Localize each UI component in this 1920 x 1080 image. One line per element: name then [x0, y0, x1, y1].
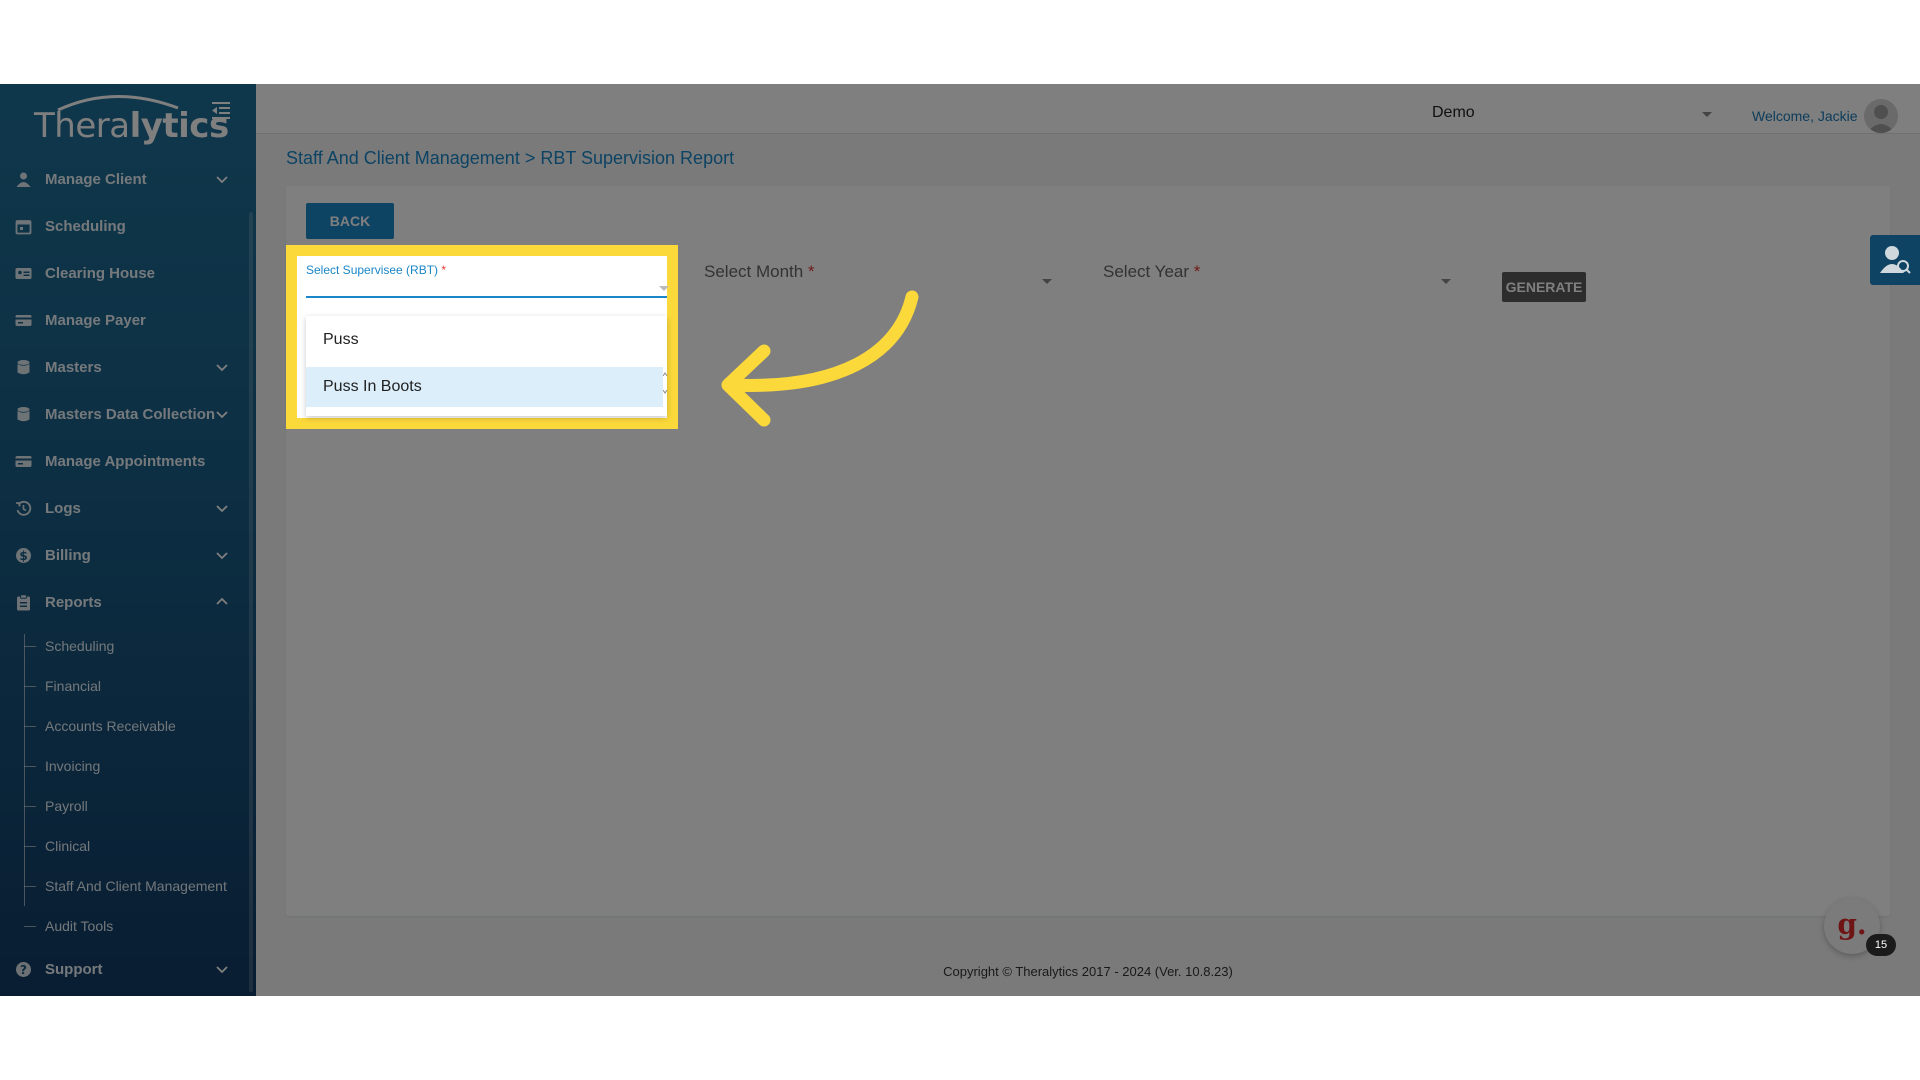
- sidebar-item-masters[interactable]: Masters: [0, 344, 248, 391]
- sidebar-item-label: Billing: [45, 547, 91, 564]
- supervisee-select-label: Select Supervisee (RBT) *: [306, 263, 447, 277]
- user-search-tab[interactable]: [1870, 235, 1920, 285]
- organization-select-value: Demo: [1432, 104, 1475, 121]
- sidebar-item-label: Support: [45, 961, 103, 978]
- user-avatar-icon: [1867, 105, 1895, 133]
- main-content: Demo Welcome, Jackie Staff And Client Ma…: [256, 84, 1920, 996]
- sidebar-item-label: Scheduling: [45, 218, 126, 235]
- breadcrumb[interactable]: Staff And Client Management > RBT Superv…: [286, 148, 734, 169]
- card-icon: [15, 315, 32, 326]
- database-icon: [17, 360, 30, 375]
- svg-text:$: $: [19, 549, 27, 563]
- id-card-icon: [15, 268, 32, 279]
- dropdown-option-puss[interactable]: Puss: [306, 320, 663, 360]
- sidebar-subitem-payroll[interactable]: Payroll: [0, 786, 248, 826]
- organization-select[interactable]: Demo: [1432, 98, 1712, 128]
- notification-count-badge: 15: [1866, 934, 1896, 956]
- chevron-down-icon: [216, 411, 228, 419]
- sidebar-subitem-scheduling[interactable]: Scheduling: [0, 626, 248, 666]
- back-button[interactable]: BACK: [306, 203, 394, 239]
- sidebar-item-label: Masters Data Collection: [45, 406, 216, 423]
- sidebar-item-label: Logs: [45, 500, 81, 517]
- sidebar: Theralytics Manage Client Scheduling Cle: [0, 84, 256, 996]
- sidebar-item-manage-appointments[interactable]: Manage Appointments: [0, 438, 248, 485]
- caret-down-icon: [1702, 112, 1712, 117]
- sidebar-item-manage-client[interactable]: Manage Client: [0, 156, 248, 203]
- supervisee-select-highlight: Select Supervisee (RBT) * Puss Puss In B…: [286, 245, 678, 429]
- sidebar-item-clearing-house[interactable]: Clearing House: [0, 250, 248, 297]
- chevron-down-icon: [216, 966, 228, 974]
- person-icon: [16, 172, 31, 187]
- reports-submenu: Scheduling Financial Accounts Receivable…: [0, 626, 248, 946]
- welcome-text[interactable]: Welcome, Jackie: [1752, 108, 1858, 124]
- card-icon: [15, 456, 32, 467]
- menu-scroll-arrows-icon[interactable]: [663, 370, 667, 396]
- avatar[interactable]: [1864, 99, 1898, 133]
- sidebar-subitem-accounts-receivable[interactable]: Accounts Receivable: [0, 706, 248, 746]
- sidebar-item-label: Reports: [45, 594, 102, 611]
- caret-down-icon: [659, 286, 669, 291]
- sidebar-item-label: Manage Client: [45, 171, 147, 188]
- clipboard-icon: [17, 594, 30, 611]
- sidebar-item-masters-data-collection[interactable]: Masters Data Collection: [0, 391, 248, 438]
- logo: Theralytics: [34, 88, 229, 148]
- chevron-up-icon: [216, 597, 228, 605]
- app-window: Theralytics Manage Client Scheduling Cle: [0, 84, 1920, 996]
- history-icon: [16, 500, 32, 516]
- dropdown-option-puss-in-boots[interactable]: Puss In Boots: [306, 367, 663, 407]
- sidebar-subitem-staff-and-client-management[interactable]: Staff And Client Management: [0, 866, 248, 906]
- chevron-down-icon: [216, 552, 228, 560]
- chevron-down-icon: [216, 176, 228, 184]
- sidebar-item-label: Masters: [45, 359, 102, 376]
- sidebar-item-manage-payer[interactable]: Manage Payer: [0, 297, 248, 344]
- select-month-label: Select Month *: [704, 262, 815, 281]
- logo-text: Theralytics: [34, 106, 229, 146]
- caret-down-icon: [1042, 279, 1052, 284]
- caret-down-icon: [1441, 279, 1451, 284]
- sidebar-subitem-audit-tools[interactable]: Audit Tools: [0, 906, 248, 946]
- top-bar: Demo Welcome, Jackie: [256, 84, 1920, 134]
- sidebar-item-scheduling[interactable]: Scheduling: [0, 203, 248, 250]
- sidebar-item-reports[interactable]: Reports: [0, 579, 248, 626]
- callout-arrow-icon: [721, 290, 919, 427]
- sidebar-item-label: Manage Appointments: [45, 453, 206, 470]
- supervisee-select-input[interactable]: [306, 296, 667, 298]
- database-icon: [17, 407, 30, 422]
- sidebar-subitem-invoicing[interactable]: Invoicing: [0, 746, 248, 786]
- user-search-icon: [1880, 246, 1911, 274]
- svg-text:?: ?: [20, 963, 27, 977]
- select-year-field[interactable]: Select Year *: [1103, 262, 1453, 292]
- sidebar-scrollbar[interactable]: [249, 212, 253, 992]
- select-year-label: Select Year *: [1103, 262, 1201, 281]
- dollar-icon: $: [16, 548, 31, 563]
- sidebar-subitem-financial[interactable]: Financial: [0, 666, 248, 706]
- sidebar-item-logs[interactable]: Logs: [0, 485, 248, 532]
- menu-collapse-icon[interactable]: [210, 100, 232, 122]
- footer-copyright: Copyright © Theralytics 2017 - 2024 (Ver…: [943, 964, 1233, 979]
- sidebar-item-label: Manage Payer: [45, 312, 146, 329]
- help-icon: ?: [16, 962, 31, 977]
- calendar-icon: [15, 220, 32, 235]
- supervisee-options-menu: Puss Puss In Boots: [306, 316, 667, 416]
- chevron-down-icon: [216, 505, 228, 513]
- sidebar-nav: Manage Client Scheduling Clearing House …: [0, 156, 248, 993]
- sidebar-item-billing[interactable]: $ Billing: [0, 532, 248, 579]
- sidebar-item-support[interactable]: ? Support: [0, 946, 248, 993]
- generate-button[interactable]: GENERATE: [1502, 272, 1586, 302]
- chevron-down-icon: [216, 364, 228, 372]
- sidebar-item-label: Clearing House: [45, 265, 156, 282]
- sidebar-subitem-clinical[interactable]: Clinical: [0, 826, 248, 866]
